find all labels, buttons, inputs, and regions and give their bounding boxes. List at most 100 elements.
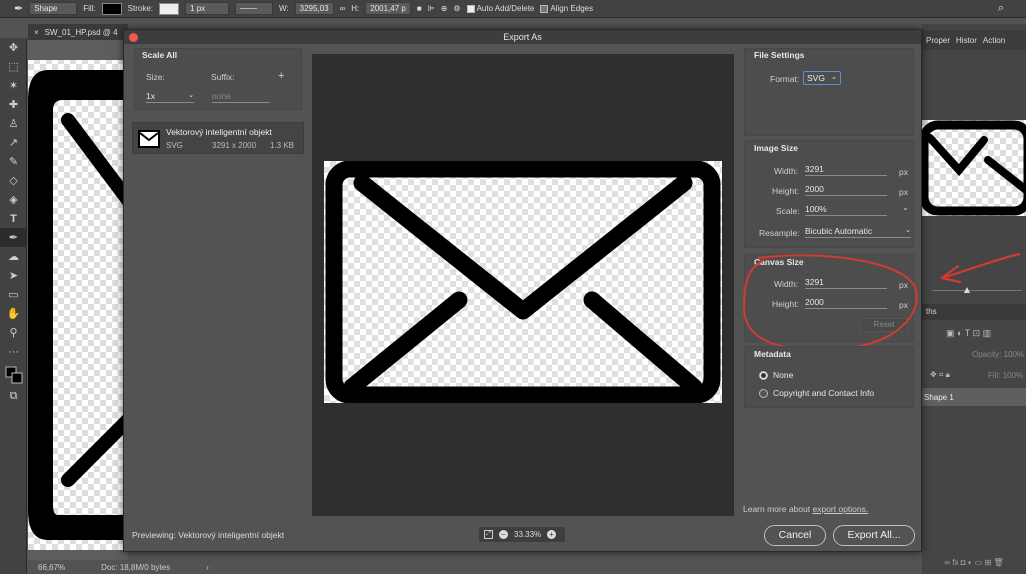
size-select[interactable]: 1x ⌄ — [146, 91, 194, 103]
radio-selected — [759, 371, 768, 381]
fill-value: 100% — [1002, 371, 1024, 380]
preview-area[interactable] — [312, 54, 734, 516]
stamp-tool-icon[interactable]: ♙ — [0, 114, 27, 133]
stroke-label: Stroke: — [127, 4, 154, 13]
layer-row[interactable]: Shape 1 — [922, 388, 1026, 406]
scale-select[interactable]: 100% — [805, 204, 887, 216]
layer-filter-icons[interactable]: ▣ ◐ T ⊡ ▥ — [946, 328, 991, 339]
metadata-none-radio[interactable]: None — [759, 370, 793, 381]
link-icon[interactable]: ∞ — [340, 4, 346, 13]
width-input[interactable]: 3295,03 — [294, 2, 334, 15]
image-width-label: Width: — [774, 166, 799, 176]
size-value: 1x — [146, 91, 155, 101]
opacity-row[interactable]: Opacity: 100% — [972, 350, 1024, 359]
zoom-in-icon[interactable]: + — [547, 530, 557, 539]
asset-name: Vektorový inteligentní objekt — [166, 127, 272, 137]
w-label: W: — [279, 4, 289, 13]
path-arrange-icon[interactable]: ⊕ — [441, 4, 448, 13]
asset-filesize: 1.3 KB — [270, 141, 295, 150]
layer-actions-bar[interactable]: ∞ fx ◘ ◐ ▭ ⊞ 🗑︎ — [922, 558, 1026, 567]
suffix-placeholder: none — [212, 91, 231, 101]
close-icon[interactable]: × — [34, 28, 39, 37]
eyedropper-icon[interactable]: ↗ — [0, 133, 27, 152]
zoom-out-icon[interactable]: − — [499, 530, 508, 539]
panel-tabs: Proper Histor Action — [922, 30, 1026, 50]
chevron-down-icon: ⌄ — [831, 74, 837, 81]
dialog-title: Export As — [124, 30, 921, 44]
metadata-heading: Metadata — [754, 349, 791, 359]
export-all-button[interactable]: Export All... — [833, 525, 915, 546]
chevron-right-icon[interactable]: › — [206, 563, 209, 572]
stroke-swatch[interactable] — [159, 2, 180, 15]
lock-icons[interactable]: ✥ ⌗ 🔒︎ — [930, 370, 950, 380]
align-edges-checkbox[interactable]: Align Edges — [540, 4, 593, 13]
chevron-down-icon[interactable]: ⌄ — [902, 203, 909, 212]
opacity-value: 100% — [1003, 350, 1025, 359]
auto-add-delete-checkbox[interactable]: Auto Add/Delete — [466, 4, 534, 13]
magic-wand-icon[interactable]: ✶ — [0, 76, 27, 95]
brush-tool-icon[interactable]: ✎ — [0, 152, 27, 171]
smudge-icon[interactable]: ☁ — [0, 247, 27, 266]
format-value: SVG — [807, 73, 825, 83]
fill-swatch[interactable] — [101, 2, 122, 15]
export-options-link[interactable]: export options. — [812, 504, 868, 514]
tab-history[interactable]: Histor — [956, 36, 977, 45]
paths-tab[interactable]: ths — [922, 304, 1026, 320]
rectangle-tool-icon[interactable]: ▭ — [0, 285, 27, 304]
doc-info[interactable]: Doc: 18,8M/0 bytes — [101, 563, 170, 572]
suffix-label: Suffix: — [211, 72, 235, 82]
tool-mode-select[interactable]: Shape — [29, 2, 78, 15]
scale-all-section: Scale All Size: Suffix: + 1x ⌄ none — [134, 48, 302, 110]
image-height-value: 2000 — [805, 184, 824, 194]
tab-actions[interactable]: Action — [983, 36, 1005, 45]
image-height-unit: px — [899, 187, 908, 197]
height-input[interactable]: 2001,47 p — [365, 2, 411, 15]
stroke-width-input[interactable]: 1 px — [185, 2, 230, 15]
pen-tool-icon[interactable]: ✒ — [14, 2, 23, 15]
move-tool-icon[interactable]: ✥ — [0, 38, 27, 57]
zoom-level[interactable]: 66,67% — [38, 563, 65, 572]
add-scale-button[interactable]: + — [278, 70, 284, 82]
paint-bucket-icon[interactable]: ◈ — [0, 190, 27, 209]
resample-select[interactable]: Bicubic Automatic ⌄ — [805, 226, 911, 238]
color-swatches-icon[interactable] — [0, 361, 27, 387]
path-select-icon[interactable]: ➤ — [0, 266, 27, 285]
properties-preview — [919, 120, 1026, 216]
search-icon[interactable]: ⌕ — [998, 2, 1004, 15]
fit-view-icon[interactable]: ⤢ — [484, 530, 493, 539]
close-dialog-button[interactable] — [129, 33, 138, 42]
image-width-input[interactable]: 3291 — [805, 164, 887, 176]
tab-properties[interactable]: Proper — [926, 36, 950, 45]
width-value: 3295,03 — [299, 4, 329, 13]
suffix-input[interactable]: none — [212, 91, 270, 103]
marquee-tool-icon[interactable]: ⬚ — [0, 57, 27, 76]
previewing-label: Previewing: Vektorový inteligentní objek… — [132, 530, 285, 540]
asset-list-item[interactable]: Vektorový inteligentní objekt SVG 3291 x… — [132, 122, 304, 154]
metadata-copyright-radio[interactable]: Copyright and Contact Info — [759, 388, 874, 399]
preview-canvas — [324, 160, 722, 404]
hand-tool-icon[interactable]: ✋ — [0, 304, 27, 323]
path-align-icon[interactable]: ⊫ — [428, 4, 435, 13]
eraser-icon[interactable]: ◇ — [0, 171, 27, 190]
cancel-button[interactable]: Cancel — [764, 525, 826, 546]
image-width-value: 3291 — [805, 164, 824, 174]
quick-mask-icon[interactable]: ⧉ — [0, 387, 27, 406]
gear-icon[interactable]: ⚙ — [453, 4, 460, 13]
spot-heal-icon[interactable]: ✚ — [0, 95, 27, 114]
fill-label: Fill: — [83, 4, 96, 13]
format-select[interactable]: SVG ⌄ — [803, 71, 841, 85]
fill-row[interactable]: Fill: 100% — [988, 371, 1023, 380]
type-tool-icon[interactable]: T — [0, 209, 27, 228]
stroke-type-select[interactable]: ─── — [235, 2, 274, 15]
image-height-input[interactable]: 2000 — [805, 184, 887, 196]
zoom-tool-icon[interactable]: ⚲ — [0, 323, 27, 342]
pen-tool-icon[interactable]: ✒ — [0, 228, 27, 247]
path-ops-icon[interactable]: ■ — [417, 4, 422, 13]
document-canvas[interactable] — [28, 40, 128, 560]
stroke-width-value: 1 px — [190, 4, 206, 13]
radio-unselected — [759, 389, 768, 399]
more-tools-icon[interactable]: ··· — [0, 342, 27, 361]
tools-panel: ✥ ⬚ ✶ ✚ ♙ ↗ ✎ ◇ ◈ T ✒ ☁ ➤ ▭ ✋ ⚲ ··· ⧉ — [0, 38, 27, 574]
learn-more-text: Learn more about export options. — [743, 504, 868, 514]
document-tab[interactable]: × SW_01_HP.psd @ 4 — [28, 24, 128, 40]
